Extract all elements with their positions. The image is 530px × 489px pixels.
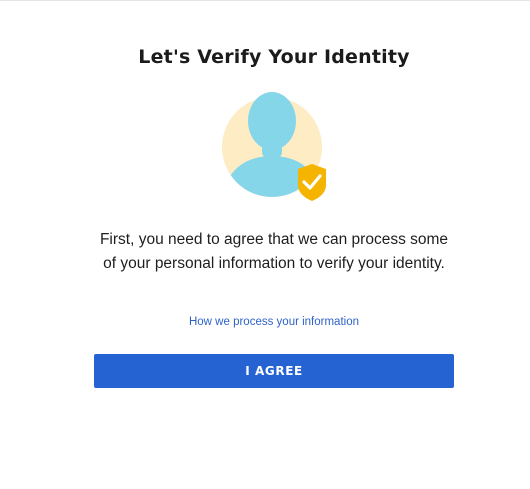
top-divider bbox=[0, 0, 530, 1]
agree-button[interactable]: I AGREE bbox=[94, 354, 454, 388]
person-head bbox=[248, 92, 296, 150]
shield-check-icon bbox=[298, 164, 326, 201]
person-verified-icon bbox=[222, 92, 326, 201]
consent-description: First, you need to agree that we can pro… bbox=[99, 231, 449, 272]
how-we-process-link[interactable]: How we process your information bbox=[0, 316, 530, 328]
identity-illustration bbox=[220, 90, 330, 202]
page-title: Let's Verify Your Identity bbox=[138, 46, 410, 68]
